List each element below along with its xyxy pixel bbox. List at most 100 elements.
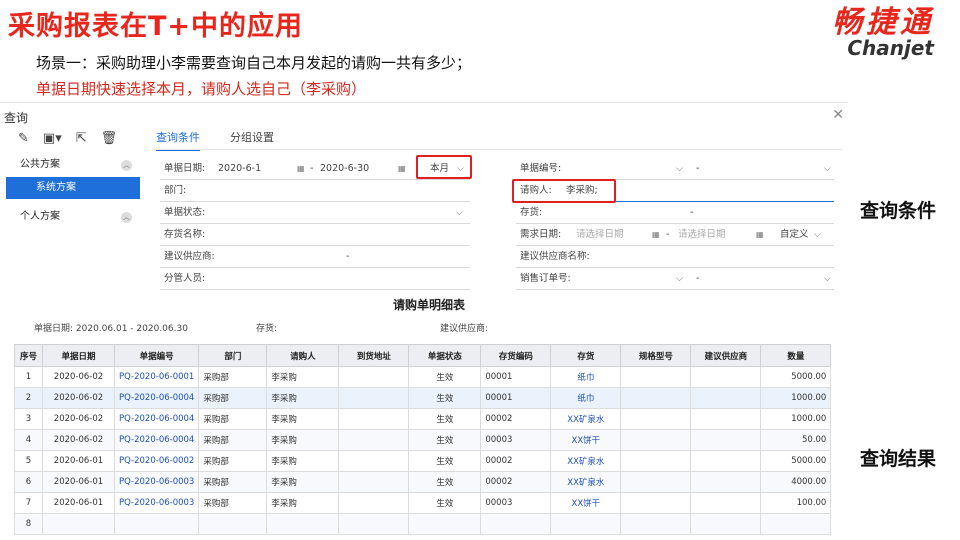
spec-cell [620, 429, 692, 451]
requester-cell: 李采购 [266, 471, 340, 493]
table-row[interactable]: 6 2020-06-01 PQ-2020-06-0003 采购部 李采购 生效 00002 X… [14, 471, 832, 493]
column-header[interactable]: 建议供应商 [690, 344, 762, 367]
stock-link[interactable] [550, 513, 622, 535]
stock-link[interactable]: XX矿泉水 [550, 450, 622, 472]
requester-cell: 李采购 [266, 429, 340, 451]
column-header[interactable]: 到货地址 [338, 344, 410, 367]
status-cell: 生效 [408, 429, 482, 451]
stock-row[interactable]: 存货: - [516, 203, 834, 224]
doc-no-link[interactable]: PQ-2020-06-0004 [113, 408, 200, 430]
chevron-down-icon[interactable]: ⌵ [824, 269, 831, 289]
supplier-row[interactable]: 建议供应商: - [160, 247, 470, 268]
date-separator: - [310, 163, 314, 174]
column-header[interactable]: 部门 [198, 344, 268, 367]
doc-no-link[interactable]: PQ-2020-06-0004 [113, 387, 200, 409]
manager-row[interactable]: 分管人员: [160, 269, 470, 290]
table-row[interactable]: 7 2020-06-01 PQ-2020-06-0003 采购部 李采购 生效 00003 X… [14, 492, 832, 514]
stock-link[interactable]: XX饼干 [550, 429, 622, 451]
column-header[interactable]: 存货编码 [480, 344, 552, 367]
sales-order-row[interactable]: 销售订单号: ⌵ - ⌵ [516, 269, 834, 290]
sidebar-group-personal[interactable]: 个人方案 ︿ [0, 207, 140, 227]
row-index: 3 [14, 408, 43, 430]
stock-link[interactable]: XX矿泉水 [550, 408, 622, 430]
doc-no-link[interactable] [113, 513, 200, 535]
supplier-cell [690, 408, 762, 430]
slide-title: 采购报表在T+中的应用 [8, 11, 304, 42]
chevron-down-icon[interactable]: ⌵ [676, 159, 683, 179]
doc-no-link[interactable]: PQ-2020-06-0001 [113, 366, 200, 388]
edit-icon[interactable]: ✎ [18, 131, 29, 146]
column-header[interactable]: 存货 [550, 344, 622, 367]
stock-link[interactable]: 纸巾 [550, 387, 622, 409]
doc-date-cell: 2020-06-02 [42, 366, 115, 388]
calendar-icon[interactable]: ▦ [652, 225, 660, 245]
dept-cell: 采购部 [198, 366, 268, 388]
row-index: 5 [14, 450, 43, 472]
need-date-to-input[interactable]: 请选择日期 [678, 225, 726, 245]
doc-no-row[interactable]: 单据编号: ⌵ - ⌵ [516, 159, 834, 180]
status-label: 单据状态: [164, 207, 206, 218]
sidebar-item-system-scheme[interactable]: 系统方案 [6, 177, 140, 199]
results-side-label: 查询结果 [860, 448, 937, 470]
column-header[interactable]: 规格型号 [620, 344, 692, 367]
tab-group-settings[interactable]: 分组设置 [230, 129, 274, 151]
dept-cell: 采购部 [198, 450, 268, 472]
need-date-from-input[interactable]: 请选择日期 [576, 225, 624, 245]
close-icon[interactable]: ✕ [832, 107, 844, 123]
table-row[interactable]: 1 2020-06-02 PQ-2020-06-0001 采购部 李采购 生效 00001 纸… [14, 366, 832, 388]
tab-divider [152, 149, 842, 150]
doc-date-cell [42, 513, 115, 535]
collapse-icon[interactable]: ︿ [121, 160, 132, 171]
address-cell [338, 366, 410, 388]
need-date-mode-select[interactable]: 自定义 [780, 225, 809, 245]
collapse-icon[interactable]: ︿ [121, 212, 132, 223]
table-row[interactable]: 5 2020-06-01 PQ-2020-06-0002 采购部 李采购 生效 00002 X… [14, 450, 832, 472]
doc-no-link[interactable]: PQ-2020-06-0003 [113, 471, 200, 493]
calendar-icon[interactable]: ▦ [398, 159, 406, 179]
supplier-name-row[interactable]: 建议供应商名称: [516, 247, 834, 268]
table-row[interactable]: 3 2020-06-02 PQ-2020-06-0004 采购部 李采购 生效 00002 X… [14, 408, 832, 430]
calendar-icon[interactable]: ▦ [756, 225, 764, 245]
chevron-down-icon[interactable]: ⌵ [676, 269, 683, 289]
status-row[interactable]: 单据状态: ⌵ [160, 203, 470, 224]
tab-query-conditions[interactable]: 查询条件 [156, 129, 200, 151]
save-icon[interactable]: ▣▾ [43, 131, 62, 146]
column-header[interactable]: 单据状态 [408, 344, 482, 367]
table-row[interactable]: 8 [14, 513, 832, 535]
chevron-down-icon[interactable]: ⌵ [824, 159, 831, 179]
column-header[interactable]: 数量 [760, 344, 832, 367]
chevron-down-icon[interactable]: ⌵ [814, 225, 821, 245]
stock-link[interactable]: XX饼干 [550, 492, 622, 514]
supplier-cell [690, 429, 762, 451]
doc-no-link[interactable]: PQ-2020-06-0003 [113, 492, 200, 514]
column-header[interactable]: 请购人 [266, 344, 340, 367]
stock-link[interactable]: XX矿泉水 [550, 471, 622, 493]
calendar-icon[interactable]: ▦ [297, 159, 305, 179]
quantity-cell: 1000.00 [760, 387, 832, 409]
stock-link[interactable]: 纸巾 [550, 366, 622, 388]
doc-no-link[interactable]: PQ-2020-06-0002 [113, 450, 200, 472]
export-icon[interactable]: ⇱ [76, 131, 87, 146]
stock-name-row[interactable]: 存货名称: [160, 225, 470, 246]
chevron-down-icon[interactable]: ⌵ [456, 203, 463, 223]
need-date-label: 需求日期: [520, 229, 562, 240]
dept-row[interactable]: 部门: [160, 181, 470, 202]
supplier-cell [690, 471, 762, 493]
quantity-cell: 50.00 [760, 429, 832, 451]
doc-date-cell: 2020-06-02 [42, 387, 115, 409]
table-row[interactable]: 4 2020-06-02 PQ-2020-06-0004 采购部 李采购 生效 00003 X… [14, 429, 832, 451]
date-from-input[interactable]: 2020-6-1 [218, 159, 261, 179]
report-table-body: 1 2020-06-02 PQ-2020-06-0001 采购部 李采购 生效 00001 纸… [14, 366, 832, 535]
column-header[interactable]: 单据编号 [113, 344, 200, 367]
table-row[interactable]: 2 2020-06-02 PQ-2020-06-0004 采购部 李采购 生效 00001 纸… [14, 387, 832, 409]
delete-icon[interactable]: 🗑 [101, 131, 118, 146]
spec-cell [620, 408, 692, 430]
stock-name-label: 存货名称: [164, 229, 206, 240]
dept-cell [198, 513, 268, 535]
date-to-input[interactable]: 2020-6-30 [320, 159, 369, 179]
requester-highlight-box [512, 179, 616, 203]
column-header[interactable]: 序号 [14, 344, 43, 367]
sidebar-group-public[interactable]: 公共方案 ︿ [0, 155, 140, 175]
doc-no-link[interactable]: PQ-2020-06-0004 [113, 429, 200, 451]
column-header[interactable]: 单据日期 [42, 344, 115, 367]
